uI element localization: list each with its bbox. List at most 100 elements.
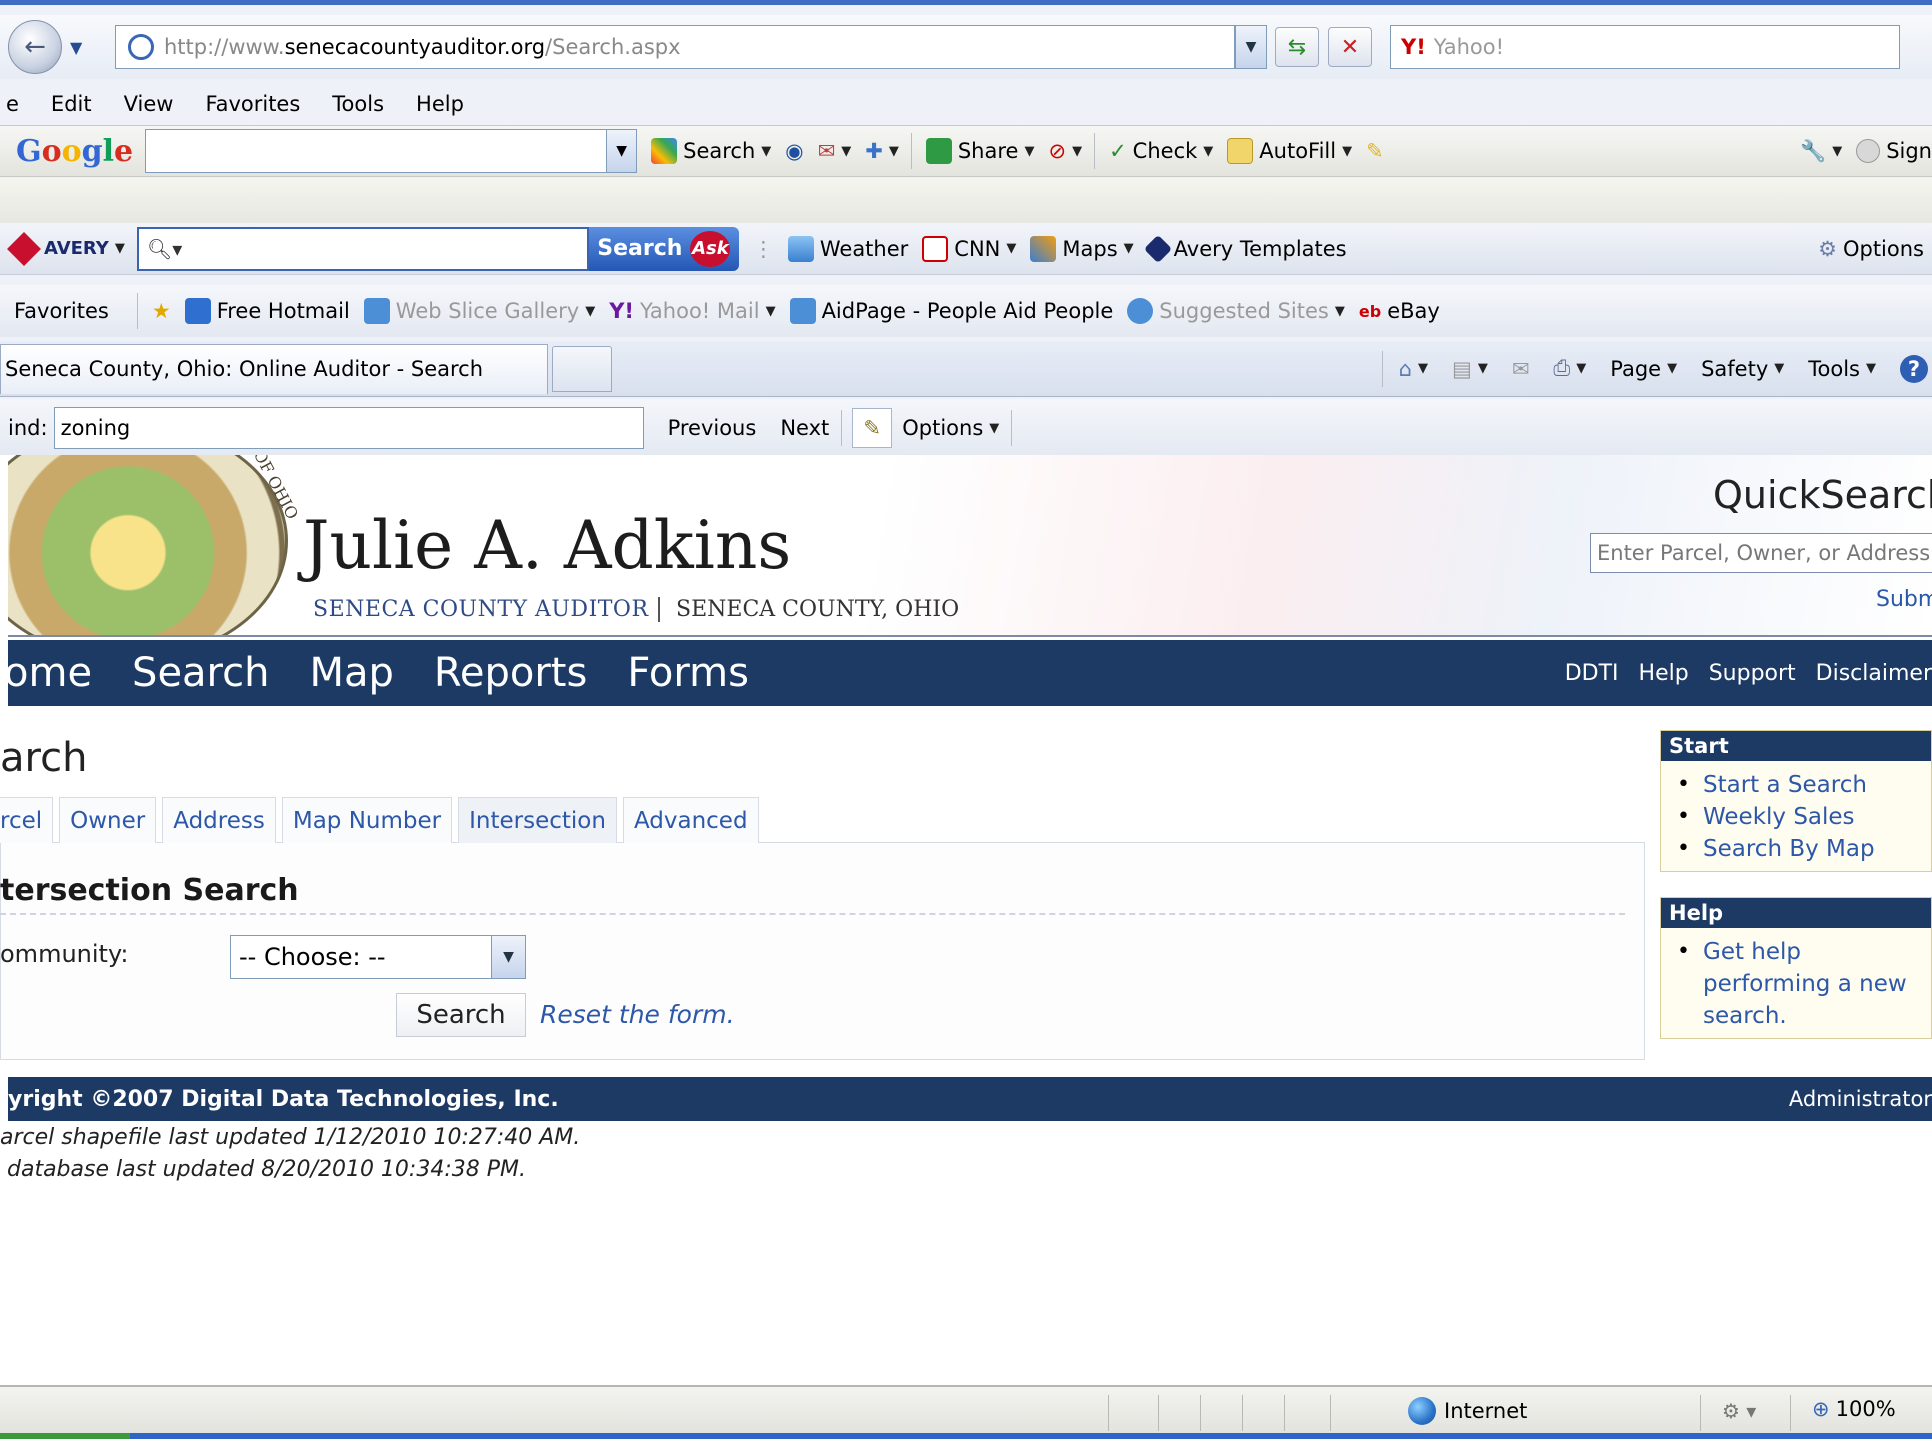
feeds-icon[interactable]: ▤ ▼ <box>1452 357 1488 381</box>
quicksearch-input[interactable]: Enter Parcel, Owner, or Address <box>1590 533 1932 573</box>
sidebar-link-weekly-sales[interactable]: Weekly Sales <box>1673 801 1931 833</box>
options-gear-icon: ⚙ <box>1818 236 1837 261</box>
tab-parcel[interactable]: rcel <box>0 797 54 843</box>
form-heading: tersection Search <box>0 873 299 908</box>
fav-ebay[interactable]: eb eBay <box>1359 299 1440 323</box>
nav-disclaimer[interactable]: Disclaimer <box>1816 661 1932 686</box>
ask-search-button[interactable]: Search Ask <box>588 226 739 271</box>
suggested-sites-icon <box>1127 298 1154 324</box>
menu-view[interactable]: View <box>124 92 174 116</box>
find-bar: ind: zoning Previous Next ✎ Options ▼ <box>0 399 1932 459</box>
protected-mode-icon[interactable]: ⚙ ▾ <box>1722 1399 1756 1423</box>
sidebar-link-search-by-map[interactable]: Search By Map <box>1673 833 1931 865</box>
yahoo-icon: Y! <box>1401 35 1426 59</box>
address-host: senecacountyauditor.org <box>284 35 546 59</box>
find-previous-button[interactable]: Previous <box>668 416 757 440</box>
bookmark-icon[interactable]: ✉ ▼ <box>818 139 852 163</box>
nav-reports[interactable]: Reports <box>434 650 587 696</box>
nav-home[interactable]: ome <box>4 650 92 696</box>
address-dropdown-icon[interactable]: ▼ <box>1235 25 1267 69</box>
search-button[interactable]: Search <box>396 993 526 1037</box>
menu-help[interactable]: Help <box>416 92 464 116</box>
avery-templates-button[interactable]: Avery Templates <box>1143 234 1347 263</box>
chevron-down-icon: ▼ <box>491 936 525 978</box>
google-search-button[interactable]: Search ▼ <box>651 138 771 164</box>
weather-button[interactable]: Weather <box>787 235 908 262</box>
print-icon[interactable]: ⎙ ▼ <box>1553 356 1586 381</box>
spell-check-button[interactable]: ✓ Check ▼ <box>1109 139 1213 163</box>
nav-ddti[interactable]: DDTI <box>1565 661 1619 686</box>
google-search-input[interactable] <box>145 129 608 173</box>
share-button[interactable]: Share ▼ <box>925 138 1034 164</box>
menu-favorites[interactable]: Favorites <box>205 92 300 116</box>
highlighter-icon[interactable]: ✎ <box>1366 139 1384 163</box>
tab-address[interactable]: Address <box>162 797 276 843</box>
history-dropdown-icon[interactable]: ▼ <box>70 38 82 57</box>
nav-help[interactable]: Help <box>1639 661 1689 686</box>
refresh-icon[interactable]: ⇆ <box>1275 27 1319 67</box>
footer-bar: yright ©2007 Digital Data Technologies, … <box>8 1077 1932 1121</box>
tab-map-number[interactable]: Map Number <box>281 797 453 843</box>
nav-search[interactable]: Search <box>132 650 269 696</box>
help-icon[interactable]: ? <box>1900 354 1928 383</box>
autofill-button[interactable]: AutoFill ▼ <box>1227 138 1352 164</box>
add-favorite-star-icon[interactable]: ★ <box>152 299 171 323</box>
address-path: /Search.aspx <box>545 35 681 59</box>
nav-map[interactable]: Map <box>309 650 393 696</box>
globe-icon <box>1408 1397 1436 1425</box>
new-tab-button[interactable] <box>552 345 612 392</box>
page-icon <box>128 34 154 60</box>
sidebar-link-help-search[interactable]: Get help performing a new search. <box>1673 936 1931 1032</box>
web-page: OF OHIO Julie A. Adkins SENECA COUNTY AU… <box>0 455 1932 1385</box>
sidebar-help: Help Get help performing a new search. <box>1660 897 1932 1039</box>
find-input[interactable]: zoning <box>53 407 644 449</box>
menu-tools[interactable]: Tools <box>332 92 384 116</box>
back-button[interactable]: ← <box>8 20 62 74</box>
yahoo-search-input[interactable]: Y! Yahoo! <box>1390 25 1900 69</box>
sign-in-button[interactable]: Sign <box>1856 139 1932 163</box>
globe-icon[interactable]: ◉ <box>785 139 803 163</box>
tools-menu[interactable]: Tools ▼ <box>1808 357 1876 381</box>
tab-advanced[interactable]: Advanced <box>622 797 759 843</box>
google-dropdown-icon[interactable]: ▼ <box>607 129 638 173</box>
security-zone[interactable]: Internet <box>1408 1397 1527 1425</box>
auditor-title: SENECA COUNTY AUDITOR <box>313 597 649 622</box>
find-next-button[interactable]: Next <box>780 416 829 440</box>
nav-forms[interactable]: Forms <box>627 650 749 696</box>
administrator-link[interactable]: Administrator <box>1789 1087 1932 1111</box>
plus-icon[interactable]: ✚ ▼ <box>865 139 899 163</box>
quicksearch-submit-link[interactable]: Submit <box>1876 587 1932 612</box>
maps-button[interactable]: Maps ▼ <box>1030 235 1134 262</box>
community-select[interactable]: -- Choose: -- ▼ <box>230 935 526 979</box>
fav-suggested-sites[interactable]: Suggested Sites ▼ <box>1127 298 1345 324</box>
ask-search-input[interactable]: 🔍︎▾ <box>136 226 589 271</box>
sidebar-link-start-search[interactable]: Start a Search <box>1673 769 1931 801</box>
stop-icon[interactable]: ✕ <box>1328 27 1372 67</box>
page-menu[interactable]: Page ▼ <box>1610 357 1677 381</box>
tab-intersection[interactable]: Intersection <box>458 797 617 843</box>
fav-hotmail[interactable]: Free Hotmail <box>184 298 350 324</box>
fav-yahoo-mail[interactable]: Y! Yahoo! Mail ▼ <box>609 299 775 323</box>
tab-current[interactable]: Seneca County, Ohio: Online Auditor - Se… <box>0 343 548 394</box>
address-input[interactable]: http://www. senecacountyauditor.org/Searc… <box>115 25 1235 69</box>
nav-support[interactable]: Support <box>1709 661 1796 686</box>
reset-form-link[interactable]: Reset the form. <box>540 1000 735 1029</box>
safety-menu[interactable]: Safety ▼ <box>1701 357 1784 381</box>
favorites-button[interactable]: Favorites <box>14 299 109 323</box>
cnn-button[interactable]: CNN ▼ <box>922 235 1016 262</box>
avery-icon <box>7 231 41 266</box>
mail-icon[interactable]: ✉ <box>1512 357 1530 381</box>
home-icon[interactable]: ⌂ ▼ <box>1399 357 1428 381</box>
wrench-icon[interactable]: 🔧 ▼ <box>1800 139 1842 164</box>
find-options-button[interactable]: ✎ Options ▼ <box>852 408 999 448</box>
tab-owner[interactable]: Owner <box>59 797 157 843</box>
fav-aidpage[interactable]: AidPage - People Aid People <box>789 298 1113 324</box>
menu-file[interactable]: e <box>6 92 19 116</box>
site-banner: OF OHIO Julie A. Adkins SENECA COUNTY AU… <box>8 455 1932 637</box>
fav-web-slice-gallery[interactable]: Web Slice Gallery ▼ <box>363 298 595 324</box>
ask-options-button[interactable]: ⚙ Options <box>1818 237 1924 261</box>
zoom-level[interactable]: ⊕ 100% <box>1812 1397 1896 1421</box>
popup-blocker-icon[interactable]: ⊘ ▼ <box>1048 139 1082 163</box>
avery-logo[interactable]: AVERY ▼ <box>7 231 125 266</box>
menu-edit[interactable]: Edit <box>51 92 92 116</box>
